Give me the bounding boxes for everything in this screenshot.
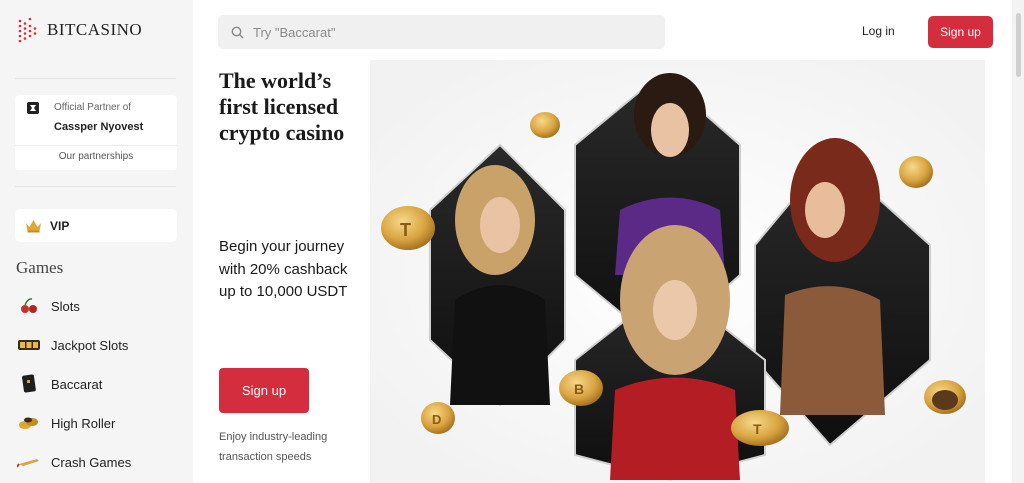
sidebar-item-crash-games[interactable]: Crash Games	[16, 447, 176, 477]
svg-text:T: T	[400, 220, 411, 240]
coin-icon: D	[421, 402, 455, 434]
games-heading: Games	[16, 258, 64, 277]
crown-icon	[26, 219, 41, 232]
sidebar-item-high-roller[interactable]: High Roller	[16, 408, 176, 438]
brand-logo[interactable]: BITCASINO	[17, 17, 142, 43]
svg-text:B: B	[574, 381, 584, 397]
sidebar-item-slots[interactable]: Slots	[16, 291, 176, 321]
search-input[interactable]	[253, 24, 633, 40]
hero-illustration: T D B T	[370, 60, 985, 483]
baccarat-icon	[16, 372, 41, 397]
sidebar-divider	[15, 186, 176, 187]
sidebar-divider	[15, 78, 176, 79]
partnerships-link[interactable]: Our partnerships	[15, 151, 177, 162]
sidebar-item-label: Baccarat	[51, 376, 103, 392]
coin-icon: T	[731, 410, 789, 446]
search-bar[interactable]	[218, 15, 665, 49]
sidebar-item-label: Jackpot Slots	[51, 337, 129, 353]
jackpot-icon	[16, 333, 41, 358]
hero-title: The world’s first licensed crypto casino	[219, 68, 345, 145]
coin-icon	[530, 112, 560, 138]
sidebar-item-vip[interactable]: VIP	[15, 209, 177, 242]
sidebar-item-baccarat[interactable]: Baccarat	[16, 369, 176, 399]
partner-card[interactable]: Official Partner of Cassper Nyovest Our …	[15, 95, 177, 170]
hero-subtitle: Begin your journey with 20% cashback up …	[219, 238, 348, 300]
coin-icon	[899, 156, 933, 188]
partner-badge-icon	[27, 102, 39, 114]
partner-divider	[15, 145, 177, 146]
search-icon	[231, 26, 244, 38]
bitcasino-logo-icon	[18, 17, 37, 43]
coin-icon: B	[559, 370, 603, 406]
svg-text:T: T	[753, 421, 762, 437]
hero-signup-button[interactable]: Sign up	[219, 368, 309, 413]
coin-icon	[924, 380, 966, 414]
signup-button[interactable]: Sign up	[928, 16, 993, 48]
partner-label: Official Partner of	[54, 102, 132, 113]
slots-icon	[16, 294, 41, 319]
crash-icon	[16, 450, 41, 475]
sidebar-item-label: Crash Games	[51, 454, 132, 470]
high-roller-icon	[16, 411, 41, 436]
sidebar-item-label: Slots	[51, 298, 80, 314]
sidebar-item-label: VIP	[50, 218, 70, 233]
hero-footnote: Enjoy industry-leading transaction speed…	[219, 431, 328, 463]
sidebar: BITCASINO Official Partner of Cassper Ny…	[0, 0, 193, 483]
svg-text:D: D	[432, 412, 441, 427]
brand-name: BITCASINO	[47, 20, 143, 39]
scrollbar-thumb[interactable]	[1016, 13, 1021, 77]
sidebar-item-label: High Roller	[51, 415, 116, 431]
login-button[interactable]: Log in	[862, 24, 895, 38]
coin-icon: T	[381, 206, 435, 250]
sidebar-item-jackpot-slots[interactable]: Jackpot Slots	[16, 330, 176, 360]
partner-name: Cassper Nyovest	[54, 121, 144, 133]
